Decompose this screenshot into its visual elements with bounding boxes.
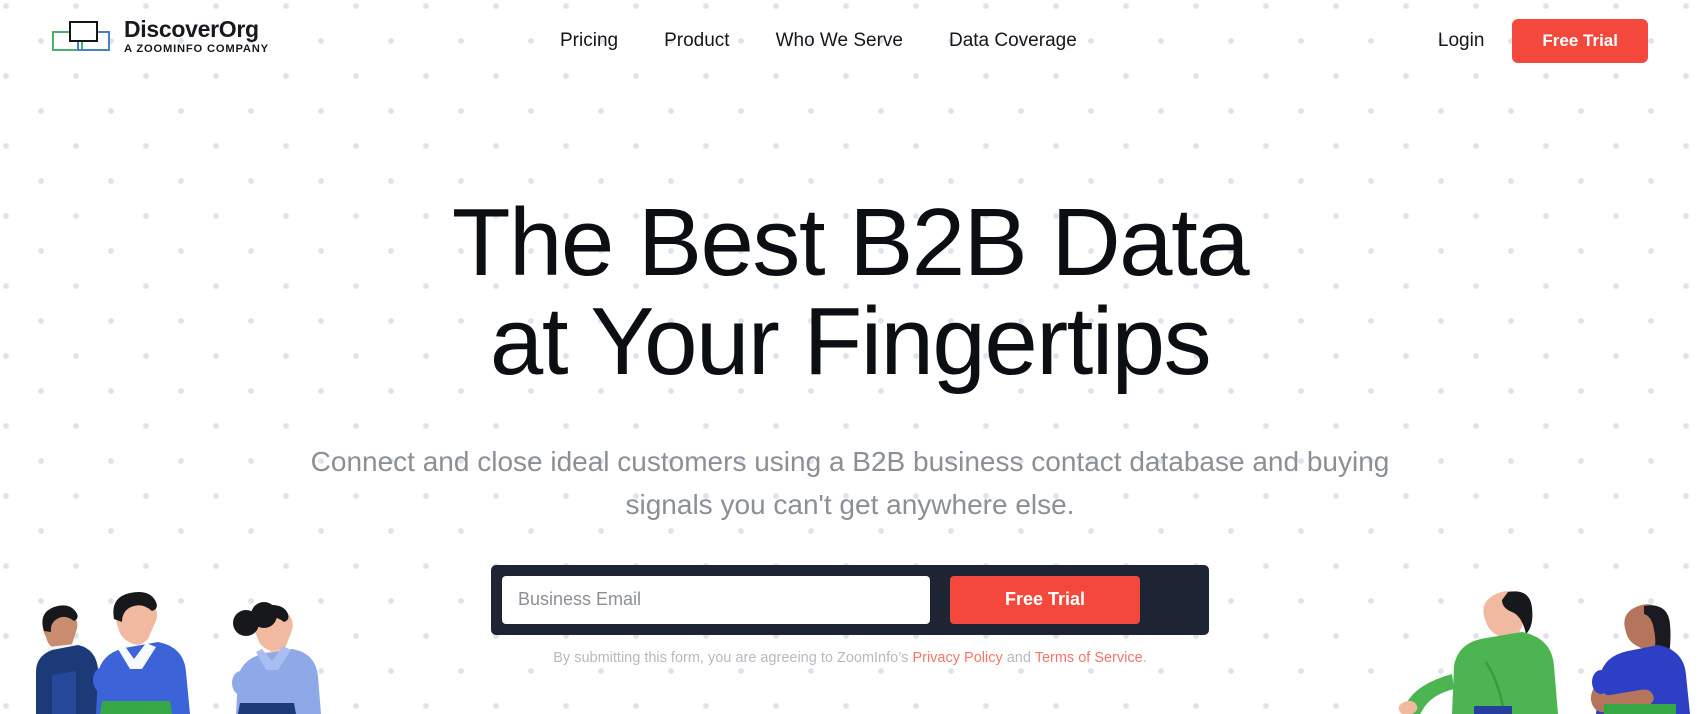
page-title: The Best B2B Data at Your Fingertips: [451, 189, 1250, 395]
illustration-right-people: [1390, 574, 1700, 714]
illustration-person-1: [36, 605, 100, 714]
privacy-policy-link[interactable]: Privacy Policy: [912, 650, 1002, 666]
hero-section: The Best B2B Data at Your Fingertips Con…: [0, 0, 1700, 714]
logo-title: DiscoverOrg: [124, 16, 259, 42]
discoverorg-logo-icon: [52, 20, 114, 54]
business-email-input[interactable]: [502, 575, 930, 624]
logo[interactable]: DiscoverOrg A ZOOMINFO COMPANY: [52, 18, 269, 55]
page-root: DiscoverOrg A ZOOMINFO COMPANY Pricing P…: [0, 0, 1700, 714]
logo-text: DiscoverOrg A ZOOMINFO COMPANY: [124, 18, 269, 55]
free-trial-form: Free Trial: [491, 564, 1209, 635]
site-header: DiscoverOrg A ZOOMINFO COMPANY Pricing P…: [0, 0, 1700, 82]
primary-nav: Pricing Product Who We Serve Data Covera…: [560, 0, 1077, 82]
logo-subtitle: A ZOOMINFO COMPANY: [124, 43, 269, 55]
header-actions: Login Free Trial: [1438, 0, 1648, 82]
illustration-person-2: [93, 592, 190, 714]
login-link[interactable]: Login: [1438, 30, 1485, 52]
nav-item-pricing[interactable]: Pricing: [560, 30, 618, 52]
illustration-left-people: [0, 579, 330, 714]
nav-item-product[interactable]: Product: [664, 30, 729, 52]
logo-rect-black: [69, 20, 98, 42]
nav-item-data-coverage[interactable]: Data Coverage: [949, 30, 1077, 52]
terms-of-service-link[interactable]: Terms of Service: [1035, 650, 1143, 666]
header-free-trial-button[interactable]: Free Trial: [1512, 19, 1648, 63]
illustration-person-5: [1590, 604, 1690, 714]
form-free-trial-button[interactable]: Free Trial: [950, 575, 1140, 624]
hero-subheadline: Connect and close ideal customers using …: [310, 445, 1390, 521]
illustration-person-4: [1398, 590, 1558, 714]
legal-prefix-text: By submitting this form, you are agreein…: [553, 649, 913, 666]
legal-disclaimer: By submitting this form, you are agreein…: [553, 650, 1146, 666]
legal-middle-text: and: [1002, 649, 1035, 666]
nav-item-who-we-serve[interactable]: Who We Serve: [776, 30, 903, 52]
illustration-person-3: [232, 602, 321, 714]
legal-suffix-text: .: [1142, 649, 1147, 666]
